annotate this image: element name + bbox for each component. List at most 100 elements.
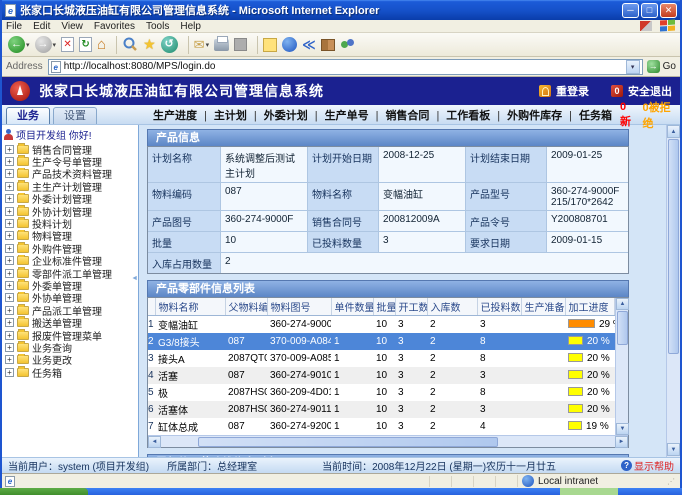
splitter-collapse-icon[interactable]: ◄ xyxy=(131,275,138,282)
edit-button[interactable] xyxy=(234,38,247,51)
table-row[interactable]: 2 G3/8接头 087 370-009-A0840 1 10 3 2 8 xyxy=(148,333,615,350)
scroll-up-icon[interactable]: ▲ xyxy=(616,298,629,310)
menu-file[interactable]: File xyxy=(6,21,22,32)
nav-item[interactable]: 外委计划 xyxy=(247,107,308,123)
tree-item[interactable]: + 销售合同管理 xyxy=(5,143,138,155)
minimize-button[interactable]: ─ xyxy=(622,3,639,18)
column-header[interactable]: 开工数 xyxy=(395,298,427,316)
expand-icon[interactable]: + xyxy=(5,219,14,228)
close-button[interactable]: ✕ xyxy=(660,3,677,18)
tree-item[interactable]: + 生产令号单管理 xyxy=(5,155,138,167)
address-dropdown-icon[interactable]: ▾ xyxy=(626,60,640,74)
menu-view[interactable]: View xyxy=(61,21,83,32)
search-button[interactable] xyxy=(122,37,138,53)
table-row[interactable]: 3 接头A 2087QT002 370-009-A0850 1 10 3 2 8 xyxy=(148,350,615,367)
resize-grip[interactable]: ⋰ xyxy=(667,477,677,486)
column-header[interactable]: 生产准备 xyxy=(521,298,565,316)
parts-vertical-scrollbar[interactable]: ▲ ▼ xyxy=(615,298,628,435)
table-row[interactable]: 6 活塞体 2087HS002 360-274-9011W 1 10 3 2 3 xyxy=(148,401,615,418)
tree-item[interactable]: + 任务箱 xyxy=(5,366,138,378)
stop-button[interactable]: ✕ xyxy=(61,37,74,52)
expand-icon[interactable]: + xyxy=(5,331,14,340)
mail-dropdown-icon[interactable]: ▾ xyxy=(206,41,210,49)
title-bar[interactable]: e 张家口长城液压油缸有限公司管理信息系统 - Microsoft Intern… xyxy=(2,0,680,20)
table-row[interactable]: 4 活塞 087 360-274-9010F 1 10 3 2 3 xyxy=(148,367,615,384)
go-button[interactable]: →Go xyxy=(647,60,676,73)
start-button[interactable] xyxy=(0,488,88,495)
column-header[interactable]: 父物料编码 xyxy=(225,298,267,316)
nav-item[interactable]: 生产单号 xyxy=(308,107,369,123)
expand-icon[interactable]: + xyxy=(5,256,14,265)
expand-icon[interactable]: + xyxy=(5,207,14,216)
tree-item[interactable]: + 物料管理 xyxy=(5,230,138,242)
tree-item[interactable]: + 企业标准件管理 xyxy=(5,255,138,267)
logout-button[interactable]: 0安全退出 xyxy=(611,83,672,99)
mail-button[interactable]: ✉▾ xyxy=(194,37,209,52)
notes-button[interactable] xyxy=(263,38,277,52)
expand-icon[interactable]: + xyxy=(5,355,14,364)
forward-dropdown-icon[interactable]: ▾ xyxy=(53,41,57,49)
expand-icon[interactable]: + xyxy=(5,293,14,302)
nav-item[interactable]: 外购件库存 xyxy=(490,107,562,123)
tree-item[interactable]: + 零部件派工单管理 xyxy=(5,267,138,279)
scroll-down-icon[interactable]: ▼ xyxy=(616,423,629,435)
tree-item[interactable]: + 业务查询 xyxy=(5,341,138,353)
column-header[interactable]: 加工进度 xyxy=(565,298,615,316)
menu-help[interactable]: Help xyxy=(180,21,201,32)
maximize-button[interactable]: □ xyxy=(641,3,658,18)
scroll-up-icon[interactable]: ▲ xyxy=(667,125,680,138)
expand-icon[interactable]: + xyxy=(5,182,14,191)
tab-settings[interactable]: 设置 xyxy=(53,107,97,124)
menu-tools[interactable]: Tools xyxy=(146,21,169,32)
nav-item[interactable]: 主计划 xyxy=(197,107,247,123)
menu-edit[interactable]: Edit xyxy=(33,21,50,32)
expand-icon[interactable]: + xyxy=(5,169,14,178)
menu-favorites[interactable]: Favorites xyxy=(94,21,135,32)
scroll-right-icon[interactable]: ► xyxy=(615,436,628,448)
expand-icon[interactable]: + xyxy=(5,269,14,278)
table-row[interactable]: 1 变幅油缸 360-274-9000F 10 3 2 3 xyxy=(148,316,615,334)
column-header[interactable]: 已投料数 xyxy=(477,298,521,316)
scroll-left-icon[interactable]: ◄ xyxy=(148,436,161,448)
show-help-link[interactable]: ?显示帮助 xyxy=(621,458,674,473)
expand-icon[interactable]: + xyxy=(5,145,14,154)
expand-icon[interactable]: + xyxy=(5,194,14,203)
research-button[interactable] xyxy=(321,39,335,51)
relogin-button[interactable]: 重登录 xyxy=(539,83,589,99)
back-dropdown-icon[interactable]: ▾ xyxy=(26,41,30,49)
tree-item[interactable]: + 外协单管理 xyxy=(5,292,138,304)
print-button[interactable] xyxy=(214,39,229,51)
messenger-button[interactable] xyxy=(282,37,297,52)
column-header[interactable]: 单件数量 xyxy=(331,298,373,316)
expand-icon[interactable]: + xyxy=(5,318,14,327)
windows-taskbar[interactable] xyxy=(0,488,682,495)
forward-button[interactable]: →▾ xyxy=(35,36,57,53)
expand-icon[interactable]: + xyxy=(5,281,14,290)
tree-item[interactable]: + 外购件管理 xyxy=(5,242,138,254)
table-row[interactable]: 5 极 2087HS002 360-209-4D010 1 10 3 2 8 xyxy=(148,384,615,401)
nav-item[interactable]: 任务箱 xyxy=(562,107,612,123)
scroll-down-icon[interactable]: ▼ xyxy=(667,443,680,456)
expand-icon[interactable]: + xyxy=(5,244,14,253)
related-button[interactable]: ≪ xyxy=(302,37,316,52)
address-input[interactable] xyxy=(64,60,626,73)
address-box[interactable]: e ▾ xyxy=(48,59,643,75)
expand-icon[interactable]: + xyxy=(5,343,14,352)
back-button[interactable]: ←▾ xyxy=(8,36,30,53)
column-header[interactable]: 物料图号 xyxy=(267,298,331,316)
tree-item[interactable]: + 业务更改 xyxy=(5,354,138,366)
parts-horizontal-scrollbar[interactable]: ◄ ► xyxy=(148,435,628,447)
tree-item[interactable]: + 搬送单管理 xyxy=(5,316,138,328)
refresh-button[interactable]: ↻ xyxy=(79,37,92,52)
tree-item[interactable]: + 外委计划管理 xyxy=(5,193,138,205)
expand-icon[interactable]: + xyxy=(5,231,14,240)
nav-item[interactable]: 工作看板 xyxy=(429,107,490,123)
column-header[interactable]: 入库数 xyxy=(427,298,477,316)
tree-item[interactable]: + 主生产计划管理 xyxy=(5,180,138,192)
expand-icon[interactable]: + xyxy=(5,157,14,166)
column-header[interactable]: 物料名称 xyxy=(155,298,225,316)
scroll-thumb[interactable] xyxy=(668,139,679,354)
scroll-thumb[interactable] xyxy=(617,311,628,345)
tree-item[interactable]: + 外委单管理 xyxy=(5,279,138,291)
favorites-button[interactable]: ★ xyxy=(143,37,156,52)
